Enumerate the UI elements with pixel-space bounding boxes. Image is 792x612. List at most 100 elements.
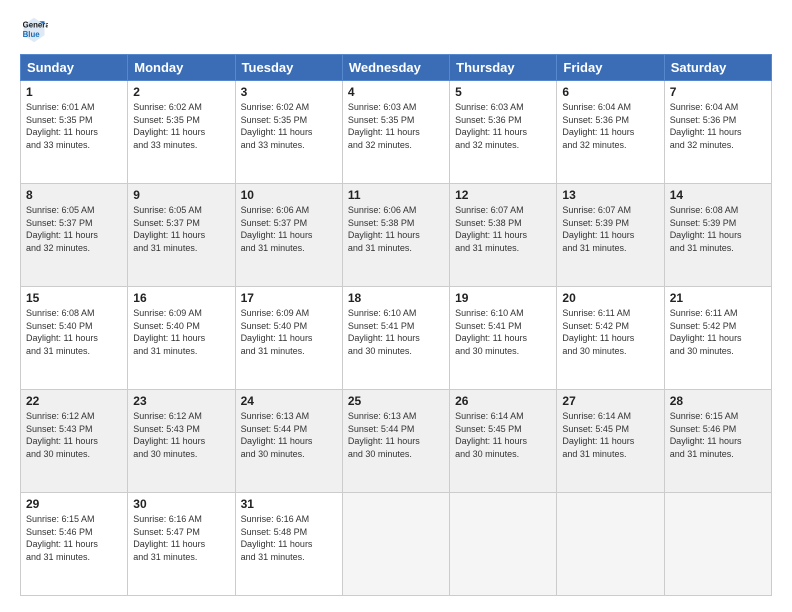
- day-number: 7: [670, 85, 766, 99]
- day-number: 16: [133, 291, 229, 305]
- day-number: 4: [348, 85, 444, 99]
- day-number: 19: [455, 291, 551, 305]
- day-info: Sunrise: 6:15 AM Sunset: 5:46 PM Dayligh…: [26, 513, 122, 563]
- day-cell: 10 Sunrise: 6:06 AM Sunset: 5:37 PM Dayli…: [235, 184, 342, 287]
- day-cell: 17 Sunrise: 6:09 AM Sunset: 5:40 PM Dayli…: [235, 287, 342, 390]
- day-cell: 7 Sunrise: 6:04 AM Sunset: 5:36 PM Daylig…: [664, 81, 771, 184]
- col-header-sunday: Sunday: [21, 55, 128, 81]
- day-info: Sunrise: 6:15 AM Sunset: 5:46 PM Dayligh…: [670, 410, 766, 460]
- day-number: 18: [348, 291, 444, 305]
- day-cell: 21 Sunrise: 6:11 AM Sunset: 5:42 PM Dayli…: [664, 287, 771, 390]
- day-info: Sunrise: 6:07 AM Sunset: 5:39 PM Dayligh…: [562, 204, 658, 254]
- col-header-thursday: Thursday: [450, 55, 557, 81]
- week-row-1: 1Sunrise: 6:01 AM Sunset: 5:35 PM Daylig…: [21, 81, 772, 184]
- day-number: 20: [562, 291, 658, 305]
- day-info: Sunrise: 6:11 AM Sunset: 5:42 PM Dayligh…: [670, 307, 766, 357]
- day-number: 25: [348, 394, 444, 408]
- day-info: Sunrise: 6:06 AM Sunset: 5:38 PM Dayligh…: [348, 204, 444, 254]
- day-cell: 29 Sunrise: 6:15 AM Sunset: 5:46 PM Dayli…: [21, 493, 128, 596]
- col-header-monday: Monday: [128, 55, 235, 81]
- day-number: 9: [133, 188, 229, 202]
- day-number: 12: [455, 188, 551, 202]
- day-number: 21: [670, 291, 766, 305]
- day-info: Sunrise: 6:10 AM Sunset: 5:41 PM Dayligh…: [348, 307, 444, 357]
- day-cell: 24 Sunrise: 6:13 AM Sunset: 5:44 PM Dayli…: [235, 390, 342, 493]
- day-cell: 23 Sunrise: 6:12 AM Sunset: 5:43 PM Dayli…: [128, 390, 235, 493]
- day-cell: 19 Sunrise: 6:10 AM Sunset: 5:41 PM Dayli…: [450, 287, 557, 390]
- day-info: Sunrise: 6:03 AM Sunset: 5:36 PM Dayligh…: [455, 101, 551, 151]
- day-number: 27: [562, 394, 658, 408]
- day-cell: 15 Sunrise: 6:08 AM Sunset: 5:40 PM Dayli…: [21, 287, 128, 390]
- day-number: 24: [241, 394, 337, 408]
- day-cell: 6Sunrise: 6:04 AM Sunset: 5:36 PM Daylig…: [557, 81, 664, 184]
- day-number: 28: [670, 394, 766, 408]
- day-cell: 18 Sunrise: 6:10 AM Sunset: 5:41 PM Dayli…: [342, 287, 449, 390]
- calendar-table: SundayMondayTuesdayWednesdayThursdayFrid…: [20, 54, 772, 596]
- day-cell: [450, 493, 557, 596]
- day-number: 13: [562, 188, 658, 202]
- calendar-header-row: SundayMondayTuesdayWednesdayThursdayFrid…: [21, 55, 772, 81]
- day-info: Sunrise: 6:14 AM Sunset: 5:45 PM Dayligh…: [562, 410, 658, 460]
- week-row-4: 22Sunrise: 6:12 AM Sunset: 5:43 PM Dayli…: [21, 390, 772, 493]
- day-info: Sunrise: 6:11 AM Sunset: 5:42 PM Dayligh…: [562, 307, 658, 357]
- day-info: Sunrise: 6:06 AM Sunset: 5:37 PM Dayligh…: [241, 204, 337, 254]
- day-cell: 31Sunrise: 6:16 AM Sunset: 5:48 PM Dayli…: [235, 493, 342, 596]
- day-cell: 30 Sunrise: 6:16 AM Sunset: 5:47 PM Dayli…: [128, 493, 235, 596]
- day-number: 23: [133, 394, 229, 408]
- day-cell: 5 Sunrise: 6:03 AM Sunset: 5:36 PM Daylig…: [450, 81, 557, 184]
- page: General Blue SundayMondayTuesdayWednesda…: [0, 0, 792, 612]
- day-cell: [342, 493, 449, 596]
- day-number: 29: [26, 497, 122, 511]
- day-info: Sunrise: 6:05 AM Sunset: 5:37 PM Dayligh…: [133, 204, 229, 254]
- day-number: 26: [455, 394, 551, 408]
- day-cell: 4Sunrise: 6:03 AM Sunset: 5:35 PM Daylig…: [342, 81, 449, 184]
- col-header-friday: Friday: [557, 55, 664, 81]
- day-info: Sunrise: 6:02 AM Sunset: 5:35 PM Dayligh…: [241, 101, 337, 151]
- day-info: Sunrise: 6:08 AM Sunset: 5:40 PM Dayligh…: [26, 307, 122, 357]
- day-cell: 27 Sunrise: 6:14 AM Sunset: 5:45 PM Dayli…: [557, 390, 664, 493]
- day-number: 30: [133, 497, 229, 511]
- day-info: Sunrise: 6:13 AM Sunset: 5:44 PM Dayligh…: [241, 410, 337, 460]
- col-header-wednesday: Wednesday: [342, 55, 449, 81]
- day-cell: 14Sunrise: 6:08 AM Sunset: 5:39 PM Dayli…: [664, 184, 771, 287]
- day-info: Sunrise: 6:05 AM Sunset: 5:37 PM Dayligh…: [26, 204, 122, 254]
- day-info: Sunrise: 6:13 AM Sunset: 5:44 PM Dayligh…: [348, 410, 444, 460]
- day-number: 15: [26, 291, 122, 305]
- day-cell: 22Sunrise: 6:12 AM Sunset: 5:43 PM Dayli…: [21, 390, 128, 493]
- day-cell: 9 Sunrise: 6:05 AM Sunset: 5:37 PM Daylig…: [128, 184, 235, 287]
- day-cell: 20 Sunrise: 6:11 AM Sunset: 5:42 PM Dayli…: [557, 287, 664, 390]
- day-cell: [557, 493, 664, 596]
- col-header-saturday: Saturday: [664, 55, 771, 81]
- day-info: Sunrise: 6:04 AM Sunset: 5:36 PM Dayligh…: [562, 101, 658, 151]
- header: General Blue: [20, 16, 772, 44]
- logo: General Blue: [20, 16, 52, 44]
- day-info: Sunrise: 6:10 AM Sunset: 5:41 PM Dayligh…: [455, 307, 551, 357]
- day-info: Sunrise: 6:08 AM Sunset: 5:39 PM Dayligh…: [670, 204, 766, 254]
- day-cell: 25 Sunrise: 6:13 AM Sunset: 5:44 PM Dayli…: [342, 390, 449, 493]
- day-info: Sunrise: 6:14 AM Sunset: 5:45 PM Dayligh…: [455, 410, 551, 460]
- week-row-3: 15 Sunrise: 6:08 AM Sunset: 5:40 PM Dayli…: [21, 287, 772, 390]
- day-number: 11: [348, 188, 444, 202]
- logo-icon: General Blue: [20, 16, 48, 44]
- day-number: 10: [241, 188, 337, 202]
- day-cell: [664, 493, 771, 596]
- day-cell: 12Sunrise: 6:07 AM Sunset: 5:38 PM Dayli…: [450, 184, 557, 287]
- day-info: Sunrise: 6:02 AM Sunset: 5:35 PM Dayligh…: [133, 101, 229, 151]
- day-cell: 8Sunrise: 6:05 AM Sunset: 5:37 PM Daylig…: [21, 184, 128, 287]
- day-cell: 28 Sunrise: 6:15 AM Sunset: 5:46 PM Dayli…: [664, 390, 771, 493]
- day-cell: 2 Sunrise: 6:02 AM Sunset: 5:35 PM Daylig…: [128, 81, 235, 184]
- day-cell: 11 Sunrise: 6:06 AM Sunset: 5:38 PM Dayli…: [342, 184, 449, 287]
- col-header-tuesday: Tuesday: [235, 55, 342, 81]
- day-number: 5: [455, 85, 551, 99]
- day-info: Sunrise: 6:04 AM Sunset: 5:36 PM Dayligh…: [670, 101, 766, 151]
- day-info: Sunrise: 6:12 AM Sunset: 5:43 PM Dayligh…: [133, 410, 229, 460]
- day-number: 2: [133, 85, 229, 99]
- day-cell: 1Sunrise: 6:01 AM Sunset: 5:35 PM Daylig…: [21, 81, 128, 184]
- day-info: Sunrise: 6:16 AM Sunset: 5:47 PM Dayligh…: [133, 513, 229, 563]
- day-info: Sunrise: 6:01 AM Sunset: 5:35 PM Dayligh…: [26, 101, 122, 151]
- day-info: Sunrise: 6:09 AM Sunset: 5:40 PM Dayligh…: [241, 307, 337, 357]
- day-number: 17: [241, 291, 337, 305]
- day-cell: 13 Sunrise: 6:07 AM Sunset: 5:39 PM Dayli…: [557, 184, 664, 287]
- day-number: 3: [241, 85, 337, 99]
- day-info: Sunrise: 6:12 AM Sunset: 5:43 PM Dayligh…: [26, 410, 122, 460]
